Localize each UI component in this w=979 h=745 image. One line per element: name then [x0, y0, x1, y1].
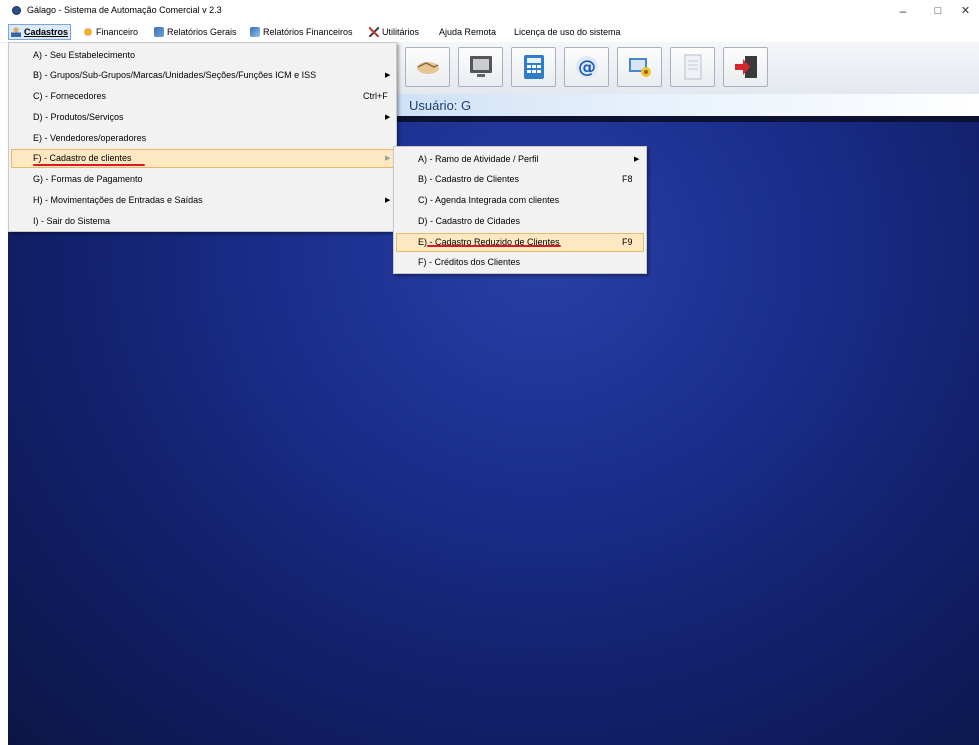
- submenu-item-cidades[interactable]: D) - Cadastro de Cidades: [396, 212, 644, 231]
- svg-text:@: @: [578, 57, 596, 78]
- tools-icon: [369, 27, 379, 37]
- user-bar-shadow: [397, 116, 979, 122]
- toolbar-button-2[interactable]: [458, 47, 503, 87]
- maximize-button[interactable]: □: [920, 2, 956, 20]
- menu-item-movimentacoes[interactable]: H) - Movimentações de Entradas e Saídas ▶: [11, 191, 394, 210]
- annotation-underline: [427, 245, 561, 247]
- submenu-item-agenda[interactable]: C) - Agenda Integrada com clientes: [396, 191, 644, 210]
- report-icon: [154, 27, 164, 37]
- close-button[interactable]: ✕: [952, 2, 979, 20]
- handshake-icon: [417, 62, 439, 74]
- chevron-right-icon: ▶: [385, 72, 391, 79]
- menu-item-fornecedores[interactable]: C) - Fornecedores Ctrl+F: [11, 87, 394, 106]
- chevron-right-icon: ▶: [385, 155, 391, 162]
- chevron-right-icon: ▶: [634, 156, 640, 163]
- annotation-underline: [33, 164, 145, 166]
- monitor-icon: [470, 56, 492, 77]
- menu-item-vendedores[interactable]: E) - Vendedores/operadores: [11, 129, 394, 148]
- menu-relatorios-gerais[interactable]: Relatórios Gerais: [154, 25, 237, 39]
- user-label: Usuário: G: [409, 98, 472, 113]
- person-icon: [11, 27, 21, 37]
- email-at-icon: @: [576, 56, 598, 78]
- menu-bar: Cadastros Financeiro Relatórios Gerais R…: [0, 22, 979, 43]
- submenu-item-cadastro-clientes[interactable]: B) - Cadastro de Clientes F8: [396, 170, 644, 189]
- submenu-item-creditos[interactable]: F) - Créditos dos Clientes: [396, 253, 644, 272]
- menu-financeiro[interactable]: Financeiro: [83, 25, 138, 39]
- menu-utilitarios[interactable]: Utilitários: [369, 25, 419, 39]
- minimize-button[interactable]: –: [885, 2, 921, 20]
- menu-item-seu-estabelecimento[interactable]: A) - Seu Estabelecimento: [11, 46, 394, 65]
- money-report-icon: [250, 27, 260, 37]
- submenu-item-cadastro-reduzido[interactable]: E) - Cadastro Reduzido de Clientes F9: [396, 233, 644, 252]
- key-folder-icon: [629, 58, 651, 77]
- chevron-right-icon: ▶: [385, 197, 391, 204]
- cadastros-dropdown: A) - Seu Estabelecimento B) - Grupos/Sub…: [8, 42, 397, 232]
- main-toolbar: @: [397, 42, 979, 94]
- chevron-right-icon: ▶: [385, 114, 391, 121]
- toolbar-button-6[interactable]: [670, 47, 715, 87]
- clientes-submenu: A) - Ramo de Atividade / Perfil ▶ B) - Ca…: [393, 146, 647, 274]
- menu-cadastros[interactable]: Cadastros: [8, 24, 72, 40]
- exit-door-icon: [735, 56, 757, 78]
- menu-item-sair[interactable]: I) - Sair do Sistema: [11, 212, 394, 231]
- toolbar-button-7[interactable]: [723, 47, 768, 87]
- menu-item-grupos[interactable]: B) - Grupos/Sub-Grupos/Marcas/Unidades/S…: [11, 66, 394, 85]
- document-icon: [684, 54, 702, 80]
- toolbar-button-4[interactable]: @: [564, 47, 609, 87]
- menu-relatorios-financeiros[interactable]: Relatórios Financeiros: [250, 25, 353, 39]
- app-logo-icon: [12, 6, 21, 15]
- menu-licenca[interactable]: Licença de uso do sistema: [514, 25, 621, 39]
- submenu-item-ramo-atividade[interactable]: A) - Ramo de Atividade / Perfil ▶: [396, 150, 644, 169]
- title-bar: Gálago - Sistema de Automação Comercial …: [0, 0, 979, 22]
- calculator-icon: [524, 55, 544, 79]
- toolbar-button-3[interactable]: [511, 47, 556, 87]
- menu-item-formas-pagamento[interactable]: G) - Formas de Pagamento: [11, 170, 394, 189]
- toolbar-button-1[interactable]: [405, 47, 450, 87]
- menu-ajuda-remota[interactable]: Ajuda Remota: [439, 25, 496, 39]
- user-bar: Usuário: G: [397, 94, 979, 116]
- menu-item-produtos[interactable]: D) - Produtos/Serviços ▶: [11, 108, 394, 127]
- coins-icon: [83, 27, 93, 37]
- window-title: Gálago - Sistema de Automação Comercial …: [27, 5, 222, 15]
- toolbar-button-5[interactable]: [617, 47, 662, 87]
